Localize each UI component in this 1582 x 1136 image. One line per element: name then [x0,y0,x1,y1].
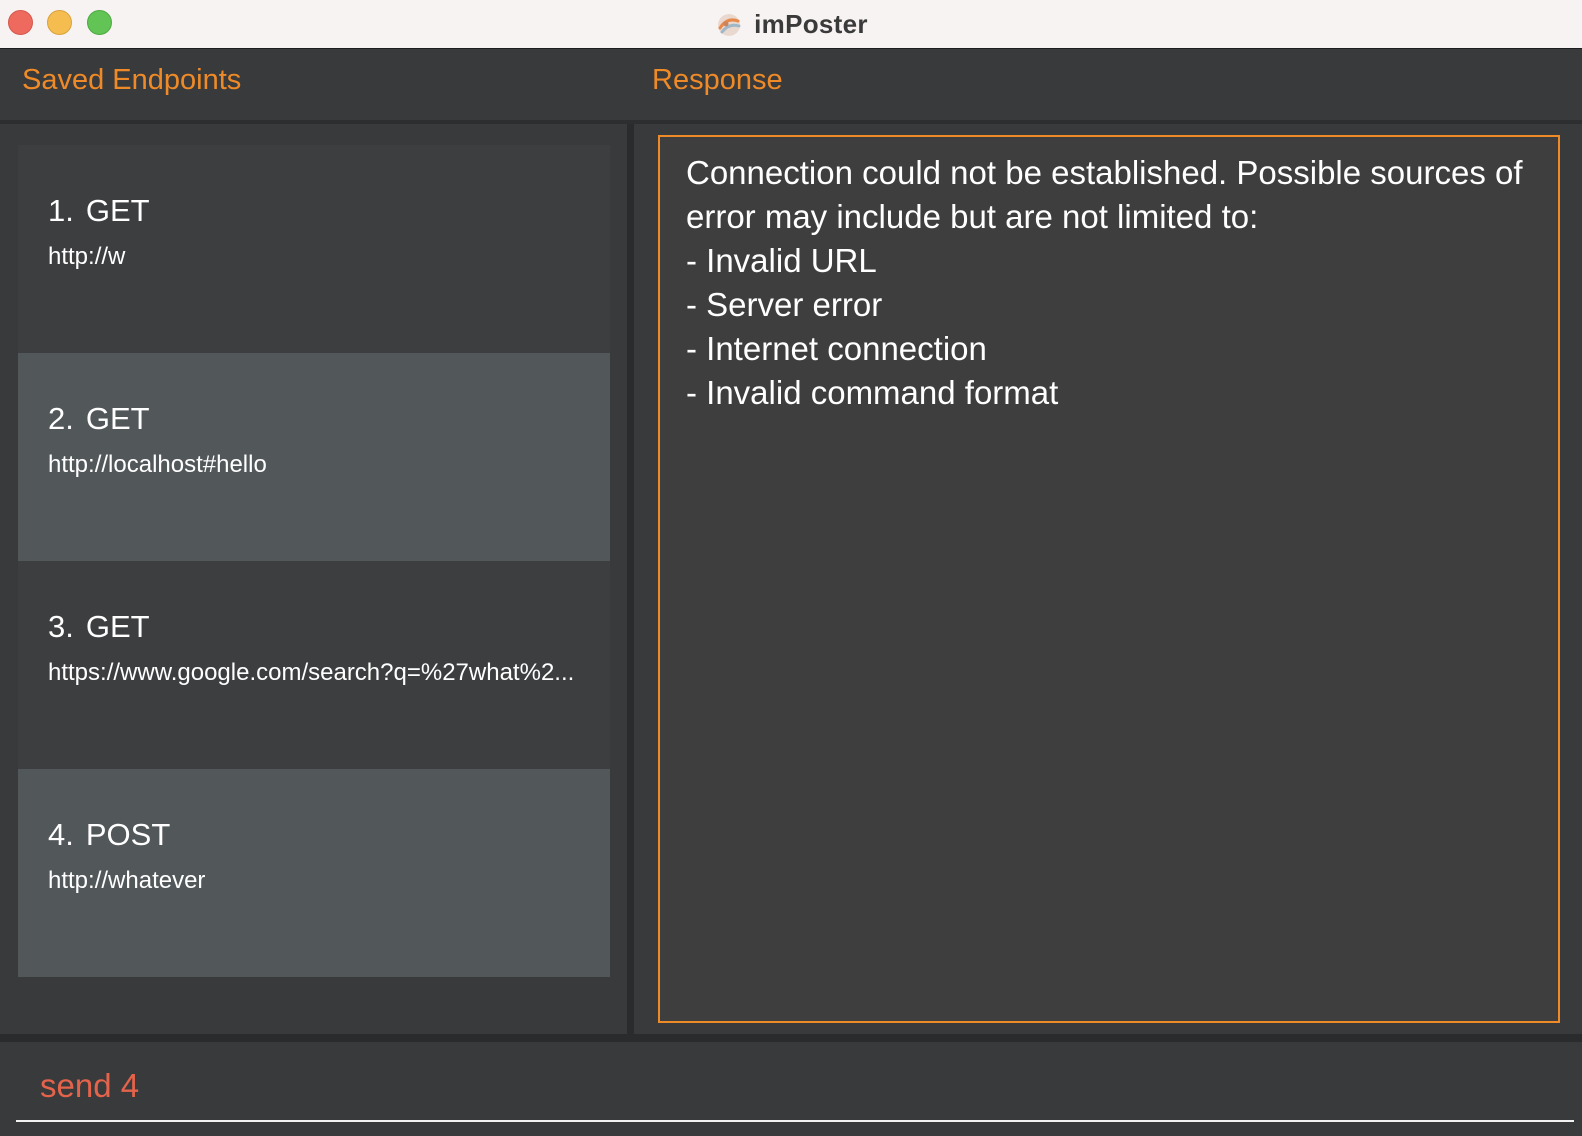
endpoint-method: GET [85,401,150,436]
response-line: - Server error [686,286,883,323]
app-name: imPoster [754,9,868,39]
endpoint-url: https://www.google.com/search?q=%27what%… [48,659,575,686]
command-input-underline [16,1120,1574,1122]
app-logo-icon [718,13,741,36]
endpoint-heading: 4. POST [48,817,580,853]
response-line: - Internet connection [686,330,987,367]
endpoint-heading: 1. GET [48,193,580,229]
endpoint-method: POST [85,817,171,852]
response-panel: Connection could not be established. Pos… [634,124,1582,1042]
command-divider [0,1034,1582,1042]
endpoint-method: GET [85,193,150,228]
response-textarea[interactable]: Connection could not be established. Pos… [658,135,1560,1023]
app-window: imPoster Saved Endpoints Response 1. GET… [0,0,1582,1136]
endpoint-index: 1. [48,193,74,228]
response-line: - Invalid URL [686,242,877,279]
response-line: error may include but are not limited to… [686,198,1259,235]
command-box [0,1042,1582,1136]
endpoint-heading: 3. GET [48,609,580,645]
title-bar: imPoster [0,0,1582,49]
endpoint-index: 4. [48,817,74,852]
endpoint-list-panel[interactable]: 1. GET http://w 2. GET http://localhost#… [0,124,627,1034]
endpoint-index: 2. [48,401,74,436]
endpoint-method: GET [85,609,150,644]
section-header-bar: Saved Endpoints Response [0,50,1582,120]
response-title: Response [652,64,783,96]
endpoint-url: http://localhost#hello [48,451,267,478]
response-line: - Invalid command format [686,374,1059,411]
endpoint-list-item[interactable]: 4. POST http://whatever [18,769,610,977]
window-title: imPoster [0,0,1582,49]
endpoint-index: 3. [48,609,74,644]
endpoint-list-item[interactable]: 1. GET http://w [18,145,610,353]
endpoint-url: http://whatever [48,867,206,894]
response-line: Connection could not be established. Pos… [686,154,1523,191]
endpoint-url: http://w [48,243,126,270]
saved-endpoints-title: Saved Endpoints [22,64,242,96]
endpoint-heading: 2. GET [48,401,580,437]
panel-splitter[interactable] [627,124,634,1042]
endpoint-list-item[interactable]: 3. GET https://www.google.com/search?q=%… [18,561,610,769]
command-input[interactable] [40,1064,1540,1108]
endpoint-list-item[interactable]: 2. GET http://localhost#hello [18,353,610,561]
